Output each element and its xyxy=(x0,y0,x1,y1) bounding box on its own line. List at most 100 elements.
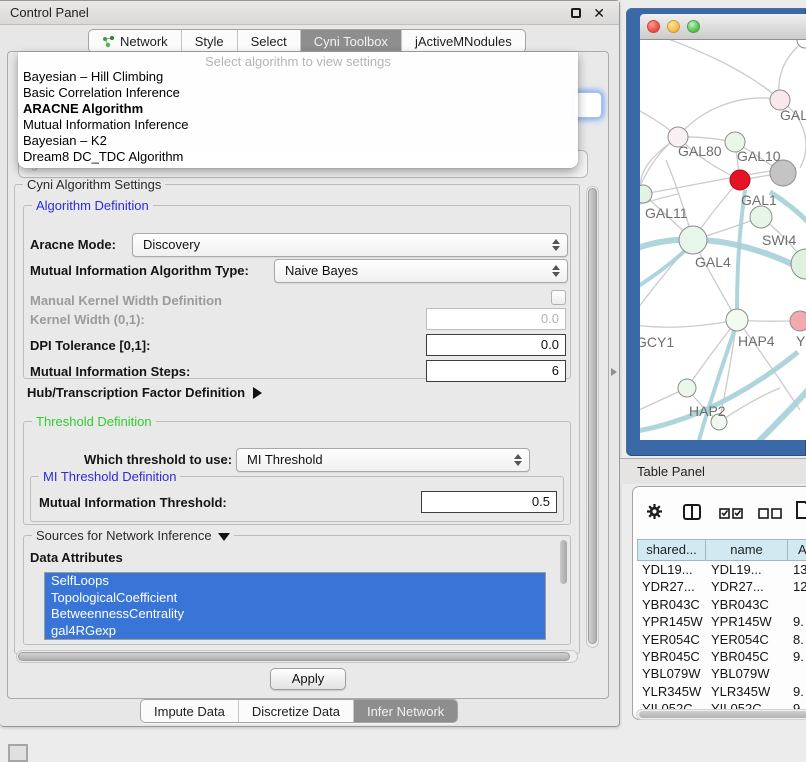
algorithm-definition-legend: Algorithm Definition xyxy=(32,198,153,213)
close-traffic-light-icon[interactable] xyxy=(647,20,660,33)
table-row[interactable]: YDR27...YDR27...12 xyxy=(637,578,806,595)
dpi-tolerance-input[interactable]: 0.0 xyxy=(426,334,566,356)
table-horizontal-scrollbar[interactable] xyxy=(636,709,806,720)
network-node[interactable] xyxy=(797,40,806,48)
table-body: YDL19...YDL19...13YDR27...YDR27...12YBR0… xyxy=(637,561,806,709)
manual-kernel-checkbox[interactable] xyxy=(551,290,566,305)
network-node[interactable] xyxy=(678,379,696,397)
tab-cyni-toolbox[interactable]: Cyni Toolbox xyxy=(300,30,401,52)
sources-legend[interactable]: Sources for Network Inference xyxy=(32,528,234,543)
minimize-traffic-light-icon[interactable] xyxy=(667,20,680,33)
attribute-item[interactable]: gal4RGexp xyxy=(45,623,545,640)
tab-infer-network[interactable]: Infer Network xyxy=(353,700,457,722)
aracne-mode-select[interactable]: Discovery xyxy=(132,233,568,257)
mi-threshold-input[interactable]: 0.5 xyxy=(421,491,557,513)
dropdown-placeholder: Select algorithm to view settings xyxy=(18,52,578,69)
hub-definition-expander[interactable]: Hub/Transcription Factor Definition xyxy=(27,385,262,400)
tab-label: Impute Data xyxy=(154,704,225,719)
settings-horizontal-scrollbar[interactable] xyxy=(16,650,578,663)
float-window-icon[interactable] xyxy=(571,8,581,18)
table-row[interactable]: YDL19...YDL19...13 xyxy=(637,561,806,578)
network-edge[interactable] xyxy=(678,98,780,137)
column-header-name[interactable]: name xyxy=(706,539,788,561)
network-edge[interactable] xyxy=(640,137,678,324)
network-edge[interactable] xyxy=(719,388,780,422)
network-edge[interactable] xyxy=(643,168,790,194)
attribute-item[interactable]: TopologicalCoefficient xyxy=(45,590,545,607)
table-row[interactable]: YBR045CYBR045C9. xyxy=(637,648,806,665)
network-edge-teal[interactable] xyxy=(737,190,745,318)
table-row[interactable]: YER054CYER054C8. xyxy=(637,631,806,648)
tab-discretize-data[interactable]: Discretize Data xyxy=(238,700,353,722)
zoom-traffic-light-icon[interactable] xyxy=(687,20,700,33)
table-row[interactable]: YIL052CYIL052C9 xyxy=(637,700,806,709)
mi-steps-input[interactable]: 6 xyxy=(426,360,566,382)
network-node-label: GAL11 xyxy=(645,205,688,221)
algorithm-option-dream8-dc-tdc-algorithm[interactable]: Dream8 DC_TDC Algorithm xyxy=(18,149,578,165)
network-node[interactable] xyxy=(791,249,806,279)
table-panel-titlebar: Table Panel xyxy=(620,458,806,484)
scrollbar-thumb[interactable] xyxy=(588,188,597,644)
table-cell: YDL19... xyxy=(706,561,788,578)
mi-threshold-label: Mutual Information Threshold: xyxy=(39,495,227,510)
scrollbar-thumb[interactable] xyxy=(639,711,806,718)
table-cell: YER054C xyxy=(706,631,788,648)
column-header-shared[interactable]: shared... xyxy=(637,539,706,561)
attribute-item[interactable]: SelfLoops xyxy=(45,573,545,590)
scrollbar-thumb[interactable] xyxy=(18,652,570,661)
mi-type-select[interactable]: Naive Bayes xyxy=(274,259,568,283)
network-node[interactable] xyxy=(726,309,748,331)
which-threshold-select[interactable]: MI Threshold xyxy=(236,448,530,472)
algorithm-option-bayesian-hill-climbing[interactable]: Bayesian – Hill Climbing xyxy=(18,69,578,85)
algorithm-option-basic-correlation-inference[interactable]: Basic Correlation Inference xyxy=(18,85,578,101)
algorithm-option-bayesian-k2[interactable]: Bayesian – K2 xyxy=(18,133,578,149)
data-attributes-list[interactable]: SelfLoopsTopologicalCoefficientBetweenne… xyxy=(44,572,546,640)
network-window-titlebar[interactable] xyxy=(640,14,806,40)
network-edge[interactable] xyxy=(640,320,737,327)
tab-style[interactable]: Style xyxy=(181,30,237,52)
close-icon[interactable]: ✕ xyxy=(593,6,605,20)
network-node[interactable] xyxy=(750,206,772,228)
network-edge[interactable] xyxy=(660,40,780,100)
network-node[interactable] xyxy=(730,170,750,190)
tab-network[interactable]: Network xyxy=(89,30,181,52)
network-node[interactable] xyxy=(790,311,806,331)
scrollbar-thumb[interactable] xyxy=(560,540,567,584)
bottom-tab-bar: Impute Data Discretize DataInfer Network xyxy=(140,699,458,723)
tab-impute-data[interactable]: Impute Data xyxy=(141,700,238,722)
network-edge-teal[interactable] xyxy=(756,390,806,440)
table-cell: 9. xyxy=(788,648,806,665)
kernel-width-input[interactable]: 0.0 xyxy=(426,308,566,330)
settings-gear-icon[interactable] xyxy=(646,503,663,520)
algorithm-combo-focus-fragment[interactable] xyxy=(574,92,602,118)
settings-vertical-scrollbar[interactable] xyxy=(586,186,599,648)
table-row[interactable]: YPR145WYPR145W9. xyxy=(637,613,806,630)
panel-divider-handle[interactable] xyxy=(611,368,617,376)
column-layout-icon[interactable] xyxy=(683,504,701,520)
apply-button[interactable]: Apply xyxy=(270,668,346,690)
table-row[interactable]: YLR345WYLR345W9. xyxy=(637,683,806,700)
mi-threshold-legend: MI Threshold Definition xyxy=(39,469,180,484)
data-attributes-label: Data Attributes xyxy=(30,550,123,565)
algorithm-option-aracne-algorithm[interactable]: ARACNE Algorithm xyxy=(18,101,578,117)
select-all-checkbox-icon[interactable] xyxy=(719,508,743,519)
column-header-a[interactable]: A xyxy=(788,539,806,561)
network-edge[interactable] xyxy=(687,320,737,388)
table-cell: YPR145W xyxy=(637,613,706,630)
attribute-item[interactable]: BetweennessCentrality xyxy=(45,606,545,623)
algorithm-option-mutual-information-inference[interactable]: Mutual Information Inference xyxy=(18,117,578,133)
tab-jactivemnodules[interactable]: jActiveMNodules xyxy=(401,30,525,52)
network-canvas[interactable]: GALGAL80GAL10GAL1GAL11SWI4GAL4GCY1HAP4YH… xyxy=(640,40,806,440)
floating-grip[interactable] xyxy=(8,744,28,762)
tab-label: jActiveMNodules xyxy=(415,34,512,49)
network-node[interactable] xyxy=(679,226,707,254)
network-graph[interactable]: GALGAL80GAL10GAL1GAL11SWI4GAL4GCY1HAP4YH… xyxy=(640,40,806,440)
dropdown-items: Bayesian – Hill ClimbingBasic Correlatio… xyxy=(18,69,578,165)
window-title: Control Panel xyxy=(10,5,89,20)
table-row[interactable]: YBL079WYBL079W xyxy=(637,665,806,682)
attributes-list-scrollbar[interactable] xyxy=(559,539,568,601)
deselect-all-checkbox-icon[interactable] xyxy=(758,508,782,519)
document-icon[interactable] xyxy=(796,501,806,519)
tab-select[interactable]: Select xyxy=(237,30,300,52)
table-row[interactable]: YBR043CYBR043C xyxy=(637,596,806,613)
